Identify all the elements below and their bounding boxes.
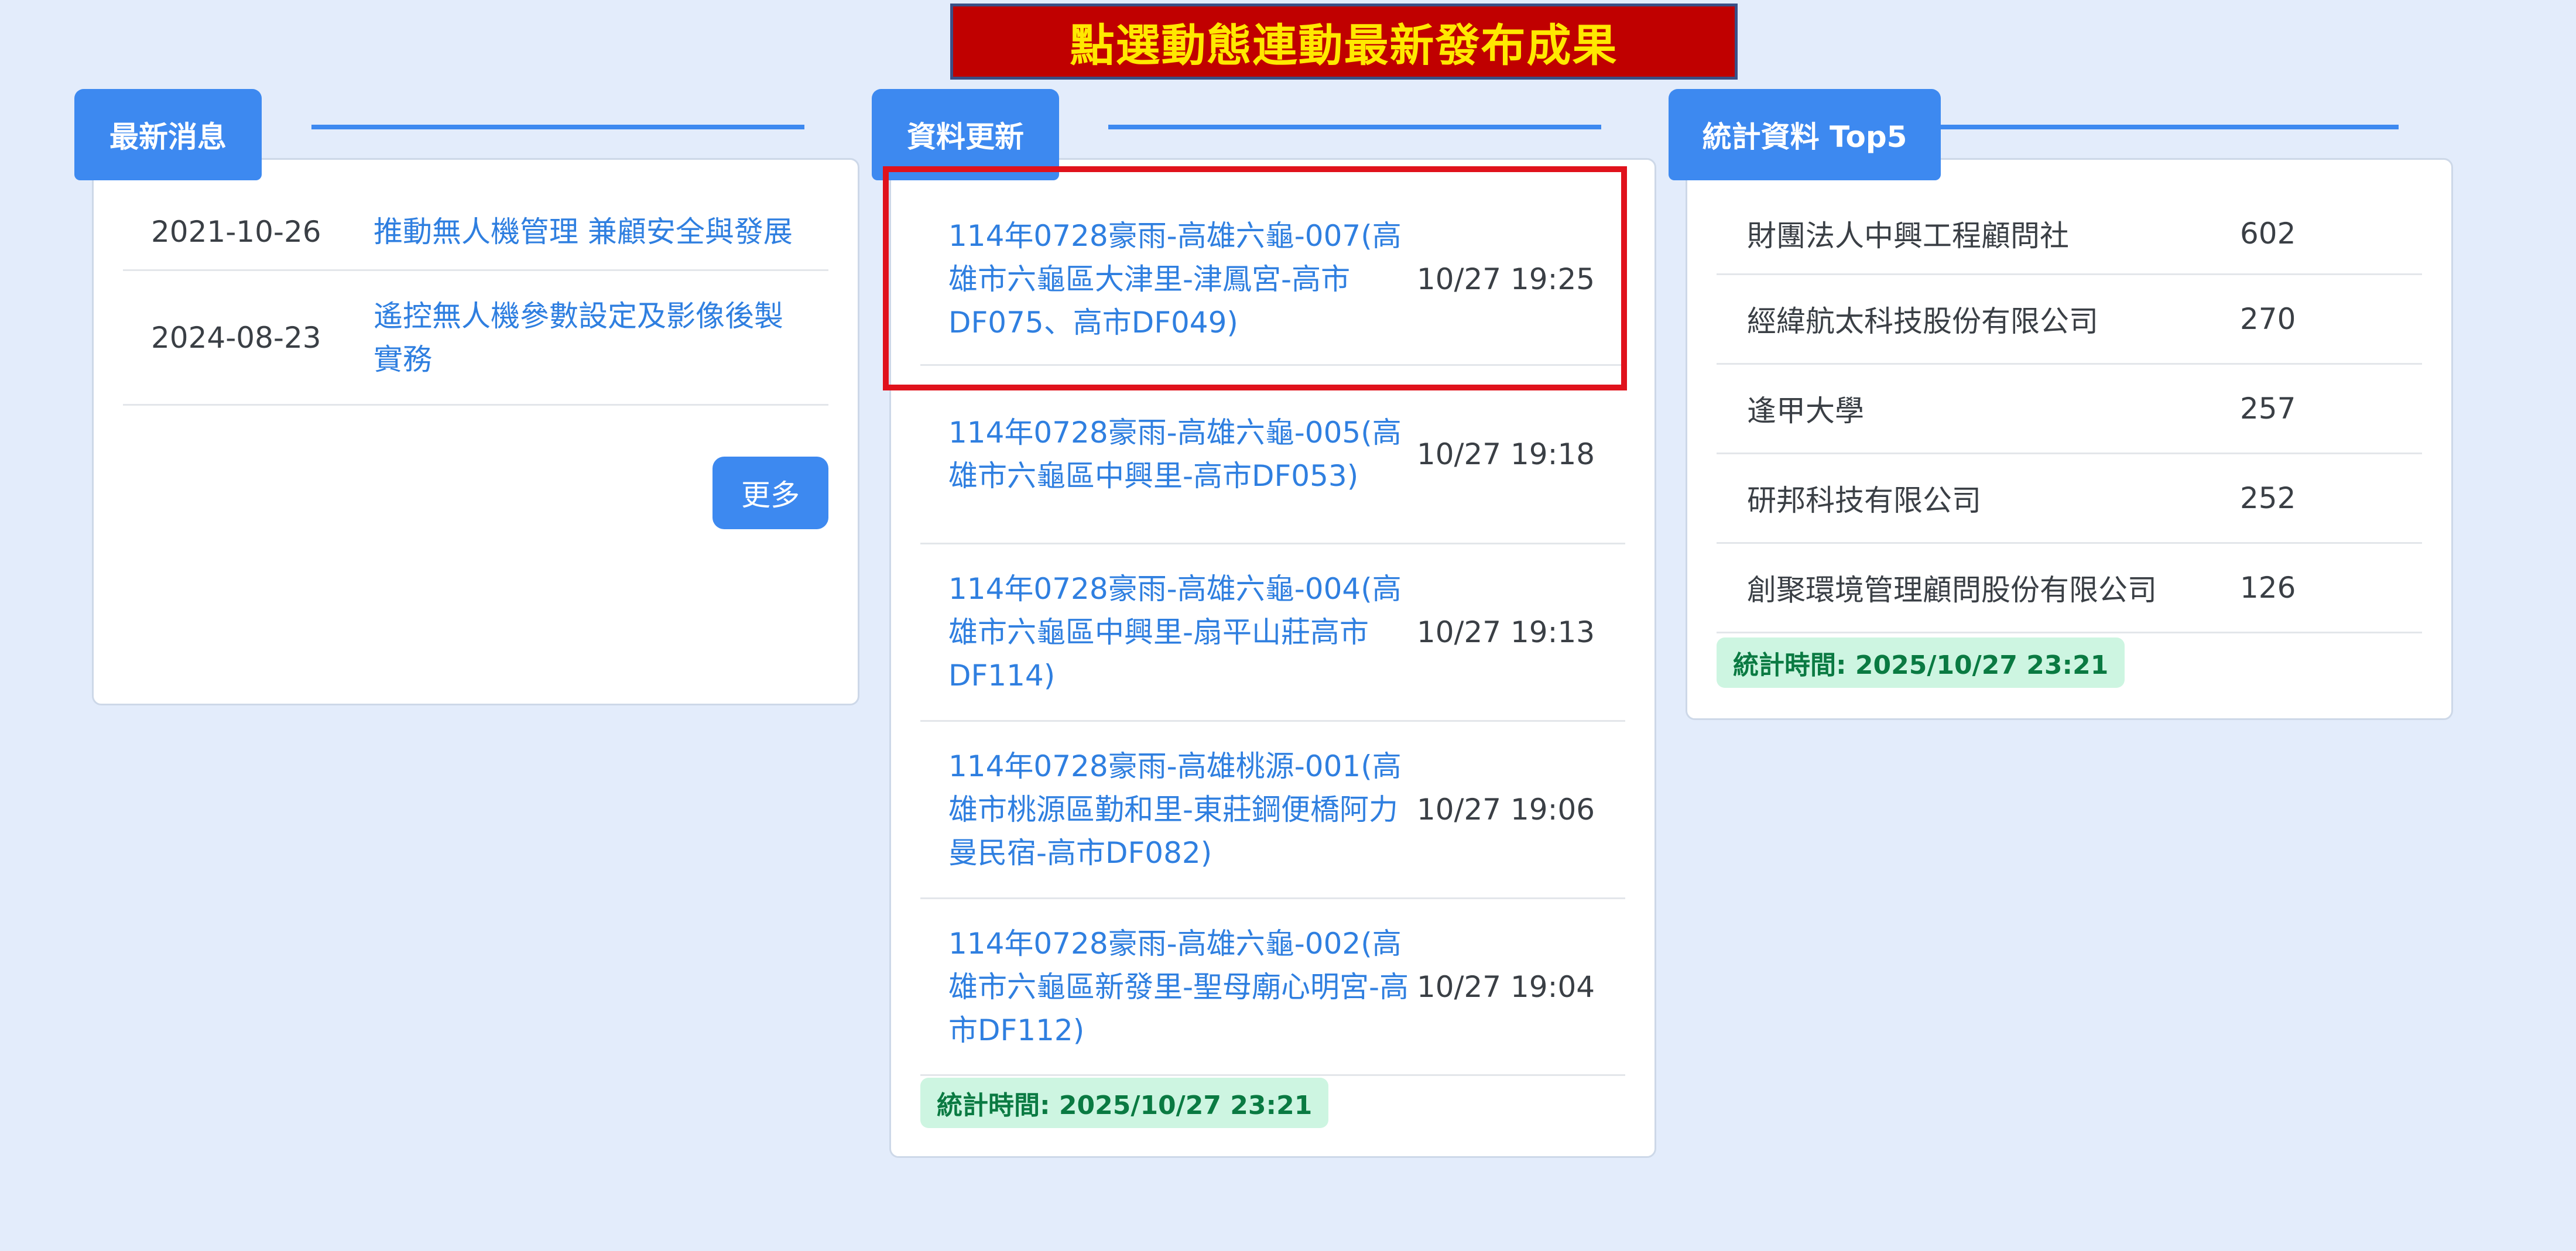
- stats-tab-divider: [1941, 125, 2399, 129]
- update-row[interactable]: 114年0728豪雨-高雄六龜-005(高雄市六龜區中興里-高市DF053) 1…: [920, 366, 1625, 544]
- stat-value: 252: [2240, 481, 2296, 515]
- update-time: 10/27 19:13: [1417, 615, 1595, 649]
- tab-news[interactable]: 最新消息: [74, 89, 262, 180]
- update-time: 10/27 19:06: [1417, 793, 1595, 827]
- stat-value: 126: [2240, 571, 2296, 605]
- news-date: 2024-08-23: [151, 320, 321, 355]
- stat-name: 研邦科技有限公司: [1747, 484, 1981, 517]
- news-row[interactable]: 2021-10-26 推動無人機管理 兼顧安全與發展: [123, 194, 828, 271]
- update-title-link[interactable]: 114年0728豪雨-高雄六龜-002(高雄市六龜區新發里-聖母廟心明宮-高市D…: [920, 922, 1411, 1052]
- stat-value: 602: [2240, 217, 2296, 251]
- news-row[interactable]: 2024-08-23 遙控無人機參數設定及影像後製實務: [123, 271, 828, 406]
- stat-value: 257: [2240, 392, 2296, 426]
- stat-name: 財團法人中興工程顧問社: [1747, 219, 2069, 253]
- news-panel: 2021-10-26 推動無人機管理 兼顧安全與發展 2024-08-23 遙控…: [92, 158, 859, 705]
- stat-name: 經緯航太科技股份有限公司: [1747, 304, 2098, 338]
- update-title-link[interactable]: 114年0728豪雨-高雄桃源-001(高雄市桃源區勤和里-東莊鋼便橋阿力曼民宿…: [920, 745, 1411, 875]
- update-time: 10/27 19:18: [1417, 437, 1595, 471]
- update-time: 10/27 19:25: [1417, 262, 1595, 296]
- stat-name: 創聚環境管理顧問股份有限公司: [1747, 573, 2157, 607]
- update-time: 10/27 19:04: [1417, 969, 1595, 1004]
- stat-row: 經緯航太科技股份有限公司 270: [1717, 275, 2422, 365]
- update-row[interactable]: 114年0728豪雨-高雄六龜-002(高雄市六龜區新發里-聖母廟心明宮-高市D…: [920, 899, 1625, 1076]
- updates-tab-divider: [1108, 125, 1601, 129]
- stats-panel: 財團法人中興工程顧問社 602 經緯航太科技股份有限公司 270 逢甲大學 25…: [1686, 158, 2453, 720]
- more-button[interactable]: 更多: [712, 457, 828, 529]
- update-row[interactable]: 114年0728豪雨-高雄桃源-001(高雄市桃源區勤和里-東莊鋼便橋阿力曼民宿…: [920, 722, 1625, 899]
- promo-banner: 點選動態連動最新發布成果: [950, 4, 1738, 80]
- updates-stat-time-badge: 統計時間: 2025/10/27 23:21: [920, 1078, 1329, 1128]
- stat-row: 逢甲大學 257: [1717, 365, 2422, 454]
- news-title-link[interactable]: 推動無人機管理 兼顧安全與發展: [374, 210, 828, 253]
- stat-row: 研邦科技有限公司 252: [1717, 454, 2422, 544]
- stat-row: 財團法人中興工程顧問社 602: [1717, 194, 2422, 275]
- update-row[interactable]: 114年0728豪雨-高雄六龜-007(高雄市六龜區大津里-津鳳宮-高市DF07…: [920, 194, 1625, 366]
- news-date: 2021-10-26: [151, 214, 321, 249]
- update-row[interactable]: 114年0728豪雨-高雄六龜-004(高雄市六龜區中興里-扇平山莊高市DF11…: [920, 544, 1625, 722]
- stat-value: 270: [2240, 302, 2296, 336]
- update-title-link[interactable]: 114年0728豪雨-高雄六龜-005(高雄市六龜區中興里-高市DF053): [920, 411, 1411, 498]
- update-title-link[interactable]: 114年0728豪雨-高雄六龜-004(高雄市六龜區中興里-扇平山莊高市DF11…: [920, 567, 1411, 697]
- stat-row: 創聚環境管理顧問股份有限公司 126: [1717, 544, 2422, 633]
- tab-updates[interactable]: 資料更新: [872, 89, 1059, 180]
- news-title-link[interactable]: 遙控無人機參數設定及影像後製實務: [374, 294, 828, 381]
- stat-name: 逢甲大學: [1747, 394, 1864, 428]
- tab-stats[interactable]: 統計資料 Top5: [1669, 89, 1941, 180]
- update-title-link[interactable]: 114年0728豪雨-高雄六龜-007(高雄市六龜區大津里-津鳳宮-高市DF07…: [920, 214, 1411, 344]
- updates-panel: 114年0728豪雨-高雄六龜-007(高雄市六龜區大津里-津鳳宮-高市DF07…: [889, 158, 1656, 1158]
- stats-stat-time-badge: 統計時間: 2025/10/27 23:21: [1717, 638, 2125, 688]
- news-tab-divider: [311, 125, 804, 129]
